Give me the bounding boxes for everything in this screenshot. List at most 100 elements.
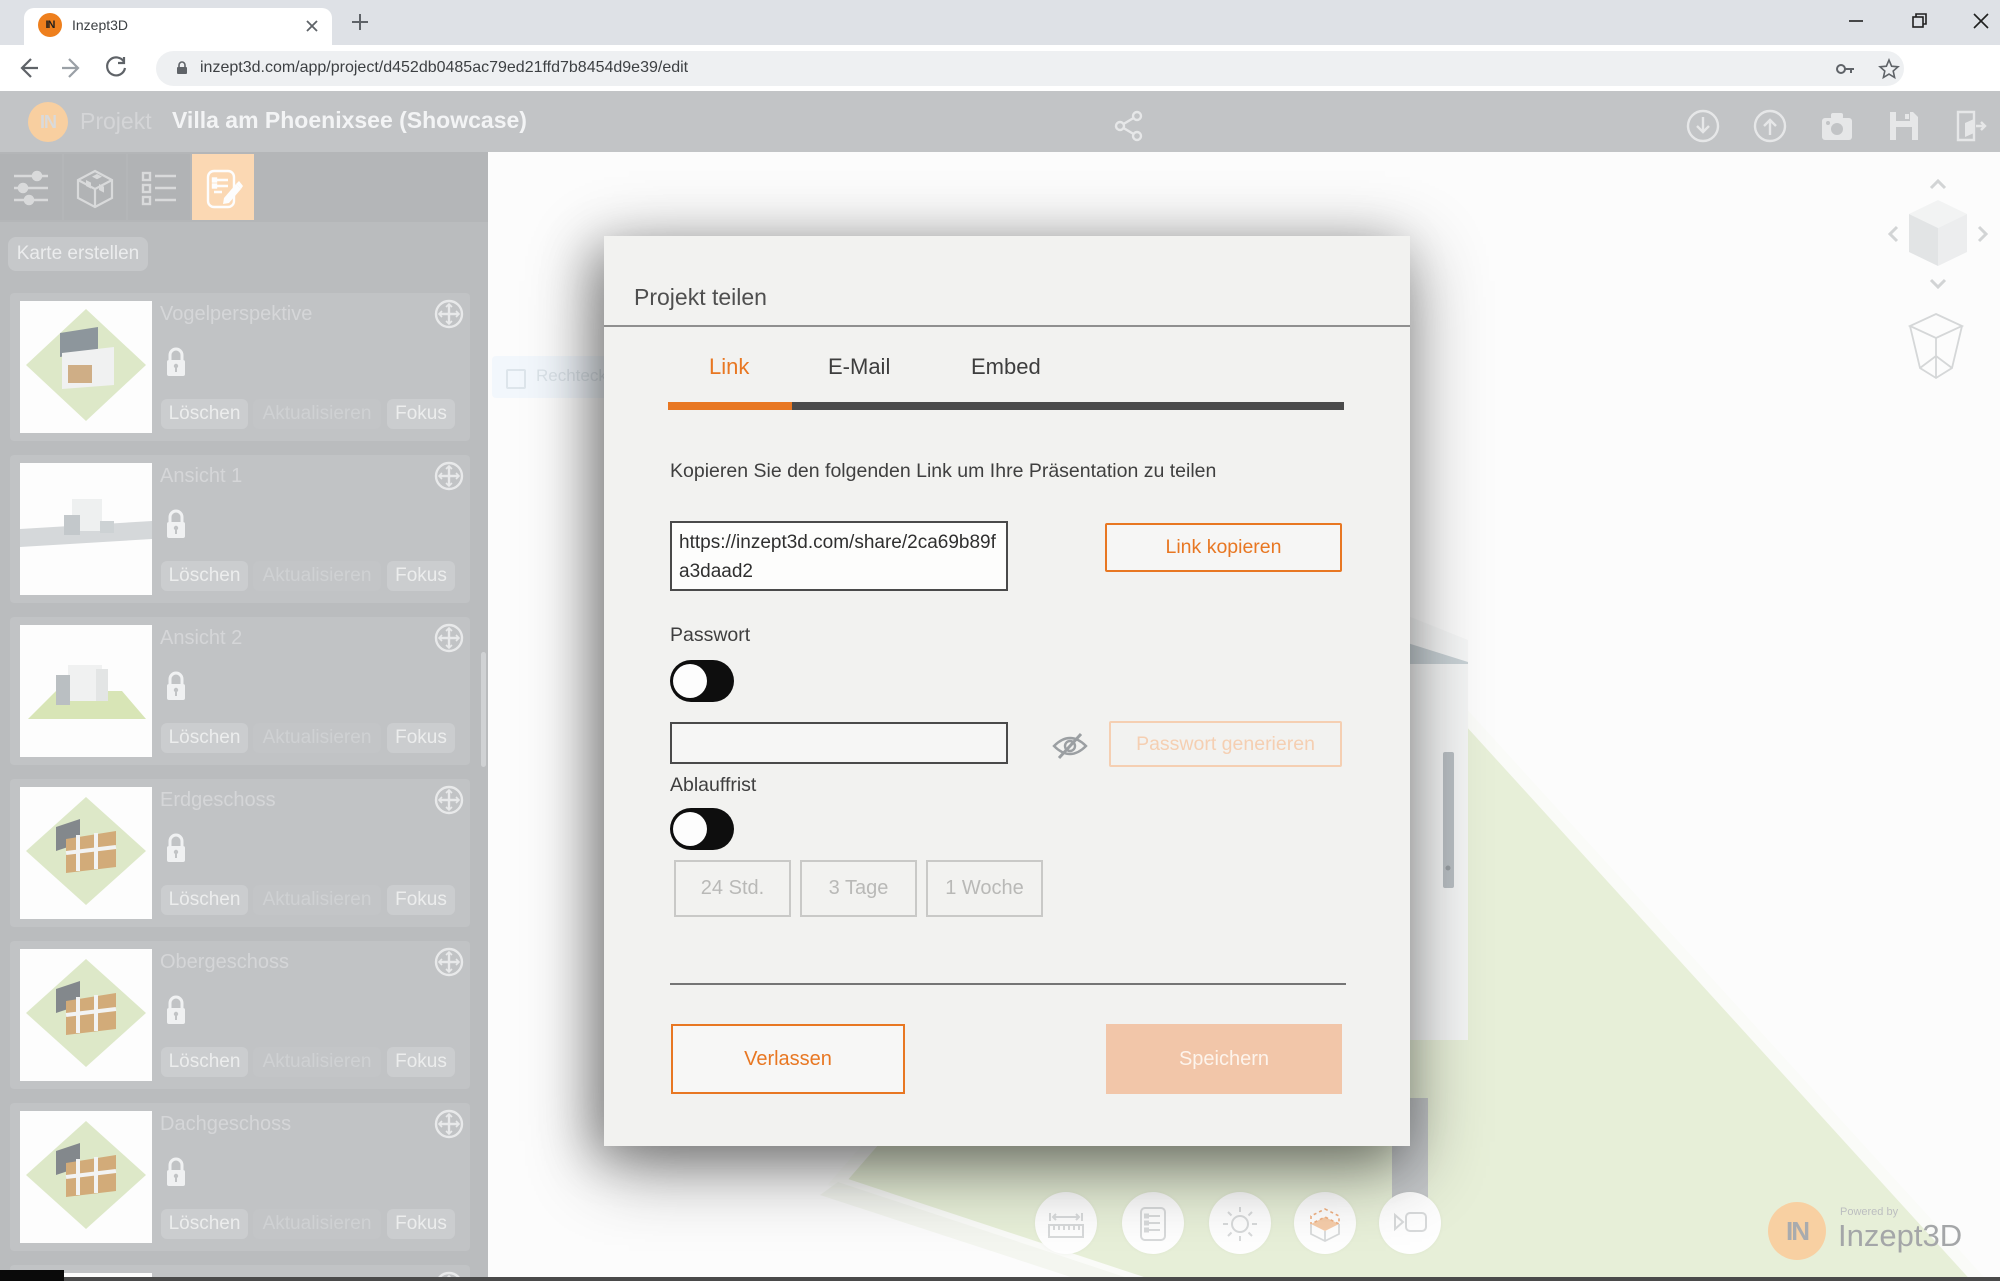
notes-edit-icon[interactable] <box>192 154 254 220</box>
delete-view-button[interactable]: Löschen <box>161 1209 248 1239</box>
update-view-button[interactable]: Aktualisieren <box>253 885 381 915</box>
floor-section-icon[interactable] <box>1294 1192 1356 1254</box>
app-logo: IN <box>28 102 68 142</box>
view-thumbnail[interactable] <box>20 949 152 1081</box>
password-toggle[interactable] <box>670 660 734 702</box>
focus-view-button[interactable]: Fokus <box>387 1209 455 1239</box>
delete-view-button[interactable]: Löschen <box>161 885 248 915</box>
update-view-button[interactable]: Aktualisieren <box>253 1209 381 1239</box>
password-label: Passwort <box>670 624 750 647</box>
address-bar[interactable]: inzept3d.com/app/project/d452db0485ac79e… <box>156 51 1904 86</box>
view-thumbnail[interactable] <box>20 787 152 919</box>
leave-button[interactable]: Verlassen <box>671 1024 905 1094</box>
add-view-icon[interactable] <box>434 1109 464 1139</box>
view-name: Obergeschoss <box>160 951 289 974</box>
delete-view-button[interactable]: Löschen <box>161 723 248 753</box>
tab-e-mail[interactable]: E-Mail <box>828 354 890 380</box>
update-view-button[interactable]: Aktualisieren <box>253 399 381 429</box>
tab-progress-active <box>668 402 792 410</box>
view-thumbnail[interactable] <box>20 1111 152 1243</box>
expiry-label: Ablauffrist <box>670 774 756 797</box>
share-dialog: Projekt teilen LinkE-MailEmbed Kopieren … <box>604 236 1410 1146</box>
header-section-label: Projekt <box>80 108 152 135</box>
lock-icon[interactable] <box>165 1157 187 1189</box>
url-text[interactable]: inzept3d.com/app/project/d452db0485ac79e… <box>200 59 688 77</box>
new-tab-button[interactable] <box>348 10 372 34</box>
expiry-options: 24 Std.3 Tage1 Woche <box>674 860 1174 917</box>
password-manager-icon[interactable] <box>1834 58 1856 80</box>
download-icon[interactable] <box>1684 107 1722 145</box>
expiry-option-2[interactable]: 3 Tage <box>800 860 917 917</box>
back-button[interactable] <box>14 54 42 82</box>
sun-light-icon[interactable] <box>1209 1192 1271 1254</box>
object-list-icon[interactable] <box>128 154 190 220</box>
measure-tool-icon[interactable] <box>1035 1192 1097 1254</box>
browser-tab[interactable]: IN Inzept3D <box>24 8 332 45</box>
crop-rectangle-icon <box>506 369 526 389</box>
lock-icon[interactable] <box>165 995 187 1027</box>
watermark: IN Powered by Inzept3D <box>1768 1200 1988 1264</box>
materials-cube-icon[interactable] <box>64 154 126 220</box>
share-link-input[interactable]: https://inzept3d.com/share/2ca69b89fa3da… <box>670 521 1008 591</box>
toggle-knob <box>673 812 707 846</box>
exit-icon[interactable] <box>1950 107 1988 145</box>
app-header: IN Projekt Villa am Phoenixsee (Showcase… <box>0 91 2000 152</box>
window-minimize-button[interactable] <box>1836 6 1876 36</box>
lock-icon[interactable] <box>165 833 187 865</box>
focus-view-button[interactable]: Fokus <box>387 399 455 429</box>
update-view-button[interactable]: Aktualisieren <box>253 723 381 753</box>
update-view-button[interactable]: Aktualisieren <box>253 1047 381 1077</box>
upload-icon[interactable] <box>1751 107 1789 145</box>
add-view-icon[interactable] <box>434 947 464 977</box>
view-name: Ansicht 1 <box>160 465 242 488</box>
tab-embed[interactable]: Embed <box>971 354 1041 380</box>
reload-button[interactable] <box>102 54 130 82</box>
bookmark-star-icon[interactable] <box>1878 58 1900 80</box>
create-map-button[interactable]: Karte erstellen <box>8 237 148 271</box>
focus-view-button[interactable]: Fokus <box>387 561 455 591</box>
focus-view-button[interactable]: Fokus <box>387 885 455 915</box>
expiry-option-3[interactable]: 1 Woche <box>926 860 1043 917</box>
perspective-cube-icon[interactable] <box>1906 310 1966 382</box>
tab-close-icon[interactable] <box>302 16 322 36</box>
view-name: Ansicht 2 <box>160 627 242 650</box>
window-close-button[interactable] <box>1962 6 2000 36</box>
focus-view-button[interactable]: Fokus <box>387 1047 455 1077</box>
camera-icon[interactable] <box>1818 107 1856 145</box>
notes-panel-icon[interactable] <box>1122 1192 1184 1254</box>
delete-view-button[interactable]: Löschen <box>161 561 248 591</box>
view-name: Dachgeschoss <box>160 1113 291 1136</box>
save-button[interactable]: Speichern <box>1106 1024 1342 1094</box>
lock-icon[interactable] <box>165 509 187 541</box>
view-thumbnail[interactable] <box>20 301 152 433</box>
navigation-cube[interactable] <box>1883 174 1993 294</box>
dialog-title: Projekt teilen <box>634 284 767 311</box>
lock-icon[interactable] <box>165 671 187 703</box>
share-icon[interactable] <box>1110 107 1148 145</box>
copy-link-button[interactable]: Link kopieren <box>1105 523 1342 572</box>
tab-link[interactable]: Link <box>709 354 749 380</box>
add-view-icon[interactable] <box>434 299 464 329</box>
password-input[interactable] <box>670 722 1008 764</box>
delete-view-button[interactable]: Löschen <box>161 1047 248 1077</box>
window-restore-button[interactable] <box>1900 6 1940 36</box>
focus-view-button[interactable]: Fokus <box>387 723 455 753</box>
browser-toolbar: inzept3d.com/app/project/d452db0485ac79e… <box>0 45 2000 92</box>
add-view-icon[interactable] <box>434 623 464 653</box>
view-thumbnail[interactable] <box>20 625 152 757</box>
delete-view-button[interactable]: Löschen <box>161 399 248 429</box>
view-thumbnail[interactable] <box>20 463 152 595</box>
update-view-button[interactable]: Aktualisieren <box>253 561 381 591</box>
save-icon[interactable] <box>1885 107 1923 145</box>
password-visibility-icon[interactable] <box>1050 732 1090 760</box>
forward-button[interactable] <box>58 54 86 82</box>
generate-password-button[interactable]: Passwort generieren <box>1109 721 1342 767</box>
sidebar-scrollbar[interactable] <box>481 652 486 767</box>
walkthrough-camera-icon[interactable] <box>1379 1192 1441 1254</box>
expiry-toggle[interactable] <box>670 808 734 850</box>
add-view-icon[interactable] <box>434 785 464 815</box>
add-view-icon[interactable] <box>434 461 464 491</box>
expiry-option-1[interactable]: 24 Std. <box>674 860 791 917</box>
lock-icon[interactable] <box>165 347 187 379</box>
settings-sliders-icon[interactable] <box>0 154 62 220</box>
